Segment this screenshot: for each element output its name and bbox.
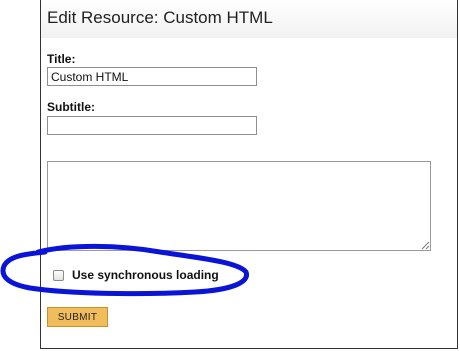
subtitle-input[interactable] — [47, 116, 257, 135]
title-label: Title: — [47, 52, 76, 66]
subtitle-label: Subtitle: — [47, 100, 95, 114]
panel-header: Edit Resource: Custom HTML — [41, 0, 457, 38]
resize-grip-icon[interactable] — [421, 241, 430, 250]
page-title: Edit Resource: Custom HTML — [47, 8, 273, 27]
sync-loading-checkbox[interactable] — [53, 270, 64, 281]
content-textarea[interactable] — [47, 161, 431, 251]
sync-loading-label[interactable]: Use synchronous loading — [72, 268, 219, 282]
edit-resource-panel: Edit Resource: Custom HTML Title: Subtit… — [40, 0, 458, 349]
submit-button[interactable]: SUBMIT — [47, 307, 108, 327]
title-input[interactable] — [47, 67, 257, 86]
